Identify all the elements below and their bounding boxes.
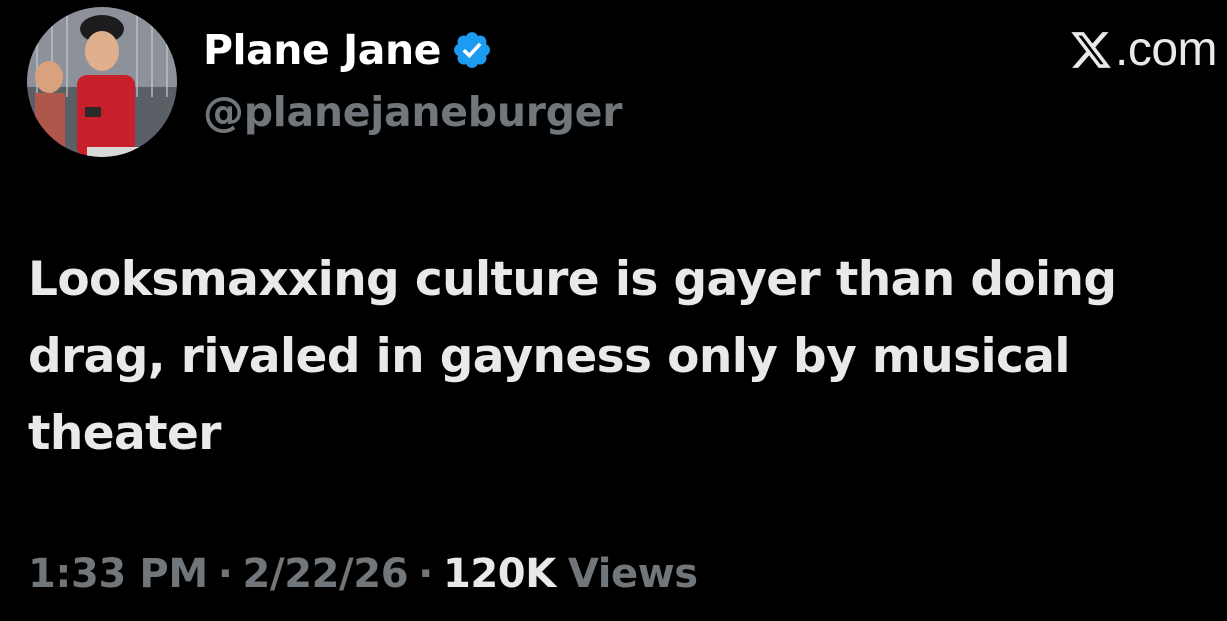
tweet-date[interactable]: 2/22/26 (243, 551, 409, 597)
views-count[interactable]: 120K (443, 551, 556, 597)
views-label: Views (567, 551, 698, 597)
meta-separator: · (217, 551, 233, 597)
x-logo-icon (1071, 32, 1111, 68)
source-label: .com (1069, 22, 1218, 78)
author-name-row[interactable]: Plane Jane (203, 22, 493, 78)
tweet-meta: 1:33 PM · 2/22/26 · 120K Views (28, 551, 698, 597)
meta-separator: · (418, 551, 433, 597)
tweet-time[interactable]: 1:33 PM (28, 551, 208, 597)
avatar-photo (27, 7, 177, 157)
tweet-text: Looksmaxxing culture is gayer than doing… (28, 252, 1117, 461)
tweet-card: Plane Jane @planejaneburger .com Looksma… (0, 0, 1227, 621)
verified-badge-icon (454, 32, 490, 68)
source-suffix: .com (1114, 23, 1218, 76)
display-name[interactable]: Plane Jane (203, 26, 441, 74)
author-handle[interactable]: @planejaneburger (203, 88, 622, 136)
avatar[interactable] (27, 7, 177, 157)
